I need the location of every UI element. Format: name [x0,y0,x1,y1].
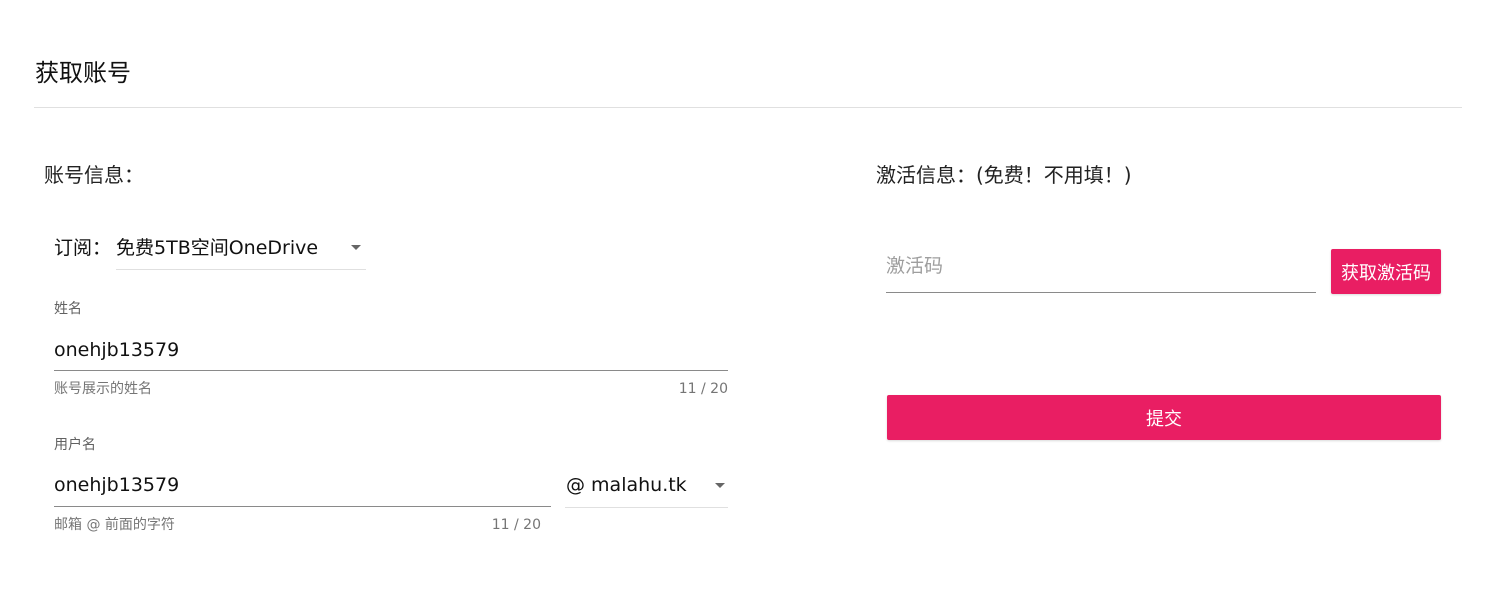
activation-code-underline [886,292,1316,293]
username-helper-text: 邮箱 @ 前面的字符 [54,517,175,533]
domain-underline [565,507,728,508]
name-helper-text: 账号展示的姓名 [54,381,152,397]
activation-section-title: 激活信息：(免费！不用填！) [876,163,1132,187]
username-underline [54,506,551,507]
name-char-counter: 11 / 20 [678,381,728,397]
name-label: 姓名 [54,301,82,317]
name-input[interactable]: onehjb13579 [54,332,728,372]
submit-button[interactable]: 提交 [887,395,1441,440]
page: 获取账号 账号信息： 订阅： 免费5TB空间OneDrive 姓名 onehjb… [0,0,1487,595]
subscription-select[interactable]: 订阅： 免费5TB空间OneDrive [54,232,366,272]
page-title: 获取账号 [35,59,131,87]
domain-value: @ malahu.tk [566,474,687,496]
name-underline [54,370,728,371]
get-activation-code-button[interactable]: 获取激活码 [1331,249,1441,294]
account-section-title: 账号信息： [44,163,144,187]
subscription-label: 订阅： [54,237,112,259]
activation-code-input[interactable]: 激活码 [886,250,1316,294]
header-divider [34,107,1462,108]
chevron-down-icon [715,483,725,488]
username-input[interactable]: onehjb13579 [54,468,551,508]
username-char-counter: 11 / 20 [491,517,541,533]
subscription-underline [116,269,366,270]
subscription-value: 免费5TB空间OneDrive [116,237,319,259]
username-value: onehjb13579 [54,474,180,496]
activation-code-placeholder: 激活码 [886,255,944,277]
name-value: onehjb13579 [54,339,180,361]
username-label: 用户名 [54,437,96,453]
chevron-down-icon [351,245,361,250]
domain-select[interactable]: @ malahu.tk [565,468,728,508]
